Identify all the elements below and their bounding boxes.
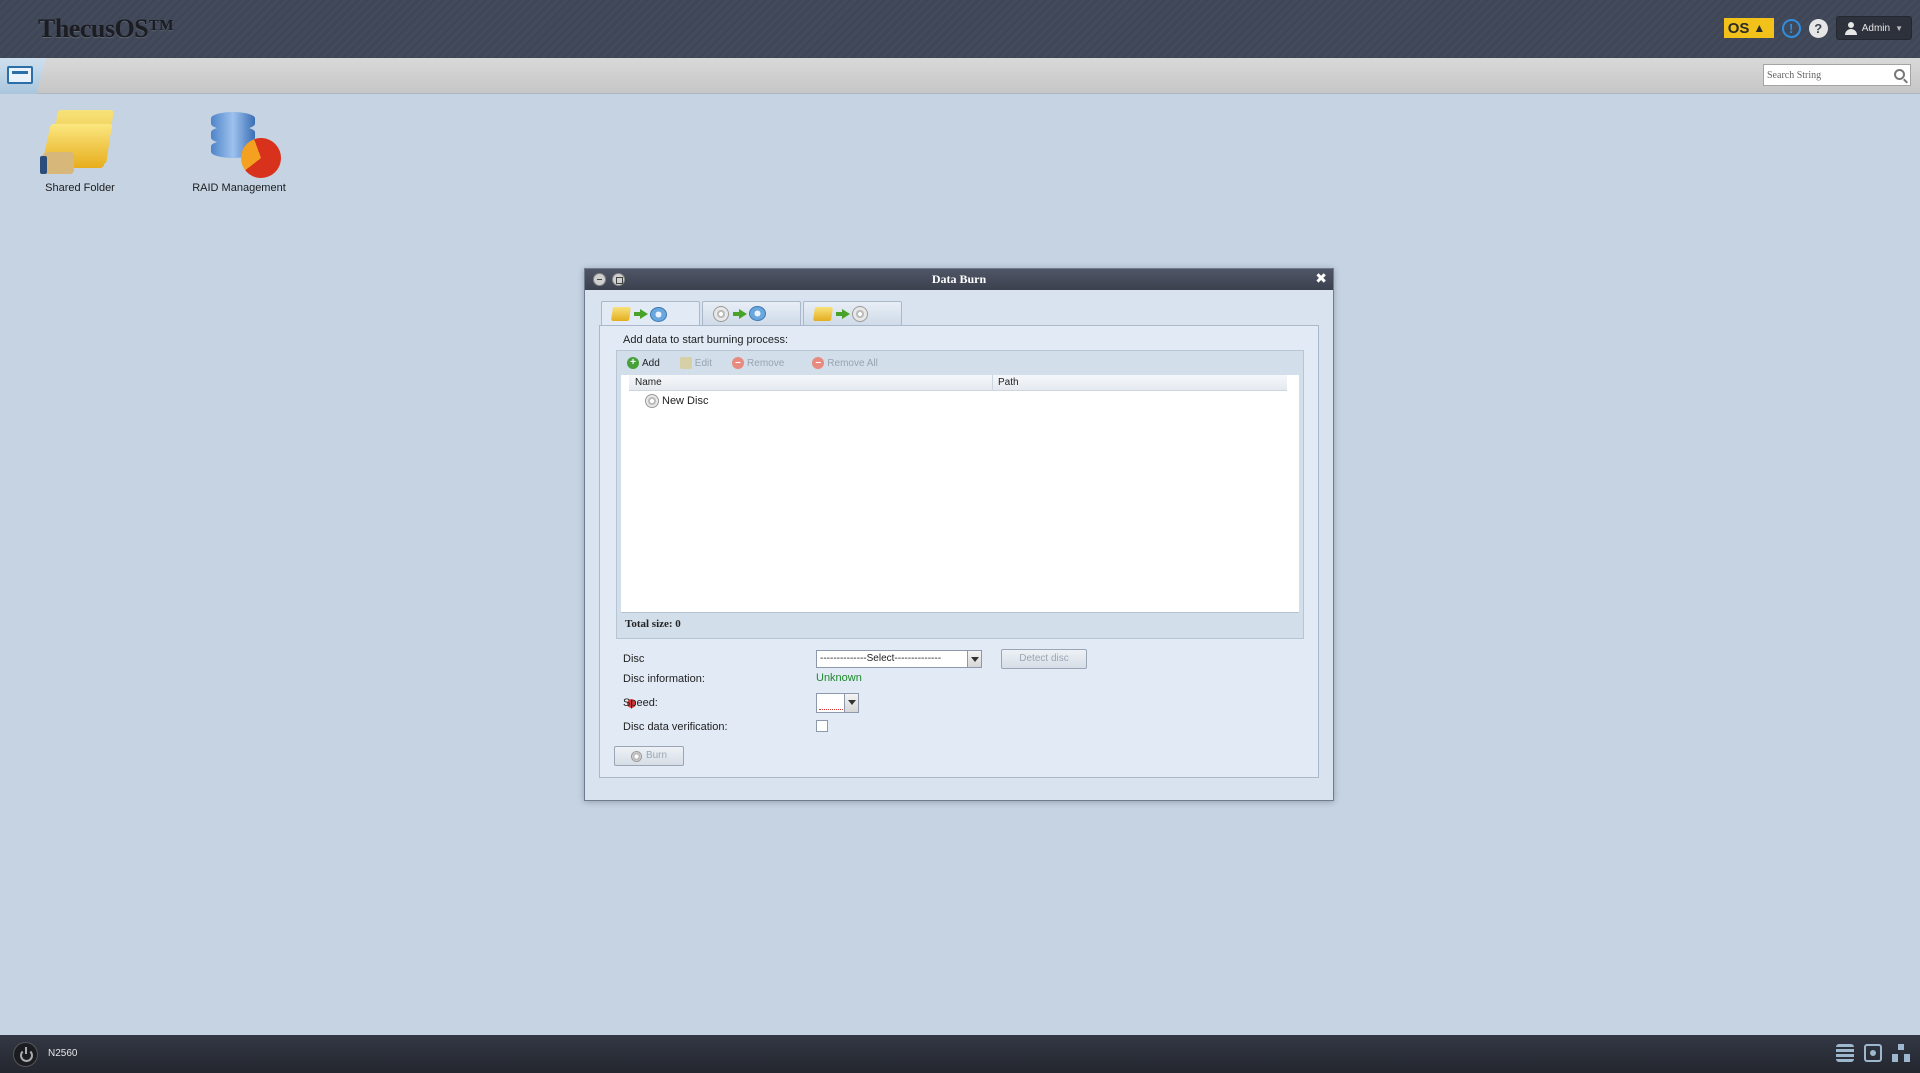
add-button[interactable]: + Add — [627, 357, 660, 369]
device-model: N2560 — [48, 1048, 78, 1059]
grid-footer: Total size: 0 — [621, 612, 1299, 638]
desktop-shortcut-label: Shared Folder — [45, 182, 115, 194]
remove-all-button[interactable]: – Remove All — [812, 357, 878, 369]
edit-button[interactable]: Edit — [679, 357, 713, 369]
desktop-icon — [7, 66, 33, 84]
network-icon[interactable] — [1892, 1044, 1910, 1062]
speed-select-value — [819, 696, 843, 710]
os-update-badge[interactable]: OS ▲ — [1723, 18, 1774, 38]
tab-disc-to-disc[interactable] — [702, 301, 801, 325]
warning-icon: ▲ — [1753, 21, 1766, 35]
disk-icon[interactable] — [1864, 1044, 1882, 1062]
total-size: Total size: 0 — [625, 618, 681, 630]
arrow-right-icon — [836, 308, 850, 319]
disc-icon — [713, 305, 729, 322]
verification-checkbox[interactable] — [816, 720, 828, 732]
arrow-right-icon — [634, 309, 648, 319]
desktop-shortcut-label: RAID Management — [192, 182, 286, 194]
search-box — [1763, 64, 1911, 86]
chevron-down-icon[interactable] — [844, 694, 858, 712]
search-input[interactable] — [1764, 66, 1888, 84]
taskbar: N2560 — [0, 1035, 1920, 1073]
data-burn-window: Data Burn ✖ Add data to start burning pr… — [584, 268, 1334, 801]
chevron-down-icon: ▼ — [1895, 23, 1903, 33]
arrow-right-icon — [733, 308, 747, 319]
system-tray — [1836, 1044, 1910, 1062]
grid-body: Name Path New Disc — [621, 375, 1299, 612]
close-icon[interactable]: ✖ — [1315, 272, 1327, 286]
desktop-tab[interactable] — [0, 58, 46, 94]
add-icon: + — [627, 357, 639, 369]
burn-button-label: Burn — [645, 750, 668, 761]
detect-disc-button[interactable]: Detect disc — [1001, 649, 1087, 669]
desktop-toolbar — [0, 58, 1920, 94]
disc-info-value: Unknown — [816, 672, 862, 684]
speed-select[interactable] — [816, 693, 859, 713]
disc-info-label: Disc information: — [623, 673, 705, 685]
remove-label: Remove — [747, 357, 785, 369]
disc-drive-icon — [749, 306, 766, 321]
top-header: ThecusOS™ OS ▲ ! ? Admin ▼ — [0, 0, 1920, 58]
speed-label: Speed: — [623, 697, 658, 709]
disc-label: Disc — [623, 653, 645, 665]
folder-icon — [813, 306, 833, 321]
speed-label-wrap: Speed: — [623, 697, 658, 709]
window-title-bar[interactable]: Data Burn ✖ — [585, 269, 1333, 290]
brand-logo: ThecusOS™ — [38, 14, 174, 43]
user-menu-button[interactable]: Admin ▼ — [1835, 16, 1912, 40]
chevron-down-icon[interactable] — [967, 651, 981, 667]
column-header-path[interactable]: Path — [993, 375, 1287, 390]
row-name: New Disc — [662, 395, 709, 407]
desktop-shortcut-shared-folder[interactable]: Shared Folder — [25, 108, 135, 194]
grid-header: Name Path — [629, 375, 1287, 391]
edit-icon — [679, 357, 692, 369]
tab-folder-to-image[interactable] — [803, 301, 902, 325]
mode-tabs — [601, 301, 902, 326]
remove-button[interactable]: – Remove — [732, 357, 784, 369]
verification-label: Disc data verification: — [623, 721, 728, 733]
maximize-button[interactable] — [612, 273, 625, 286]
disc-drive-icon — [650, 306, 667, 322]
data-grid: + Add Edit – Remove – Remove All Name Pa… — [616, 350, 1304, 639]
burn-button[interactable]: Burn — [614, 746, 684, 766]
disc-select-value: --------------Select-------------- — [820, 653, 942, 664]
help-icon[interactable]: ? — [1808, 18, 1828, 38]
search-icon[interactable] — [1894, 69, 1905, 80]
burn-panel: Add data to start burning process: + Add… — [599, 325, 1319, 778]
remove-all-icon: – — [812, 357, 825, 369]
header-actions: OS ▲ ! ? Admin ▼ — [1723, 16, 1912, 40]
info-icon[interactable]: ! — [1781, 18, 1801, 38]
disc-icon — [852, 305, 868, 322]
disc-select[interactable]: --------------Select-------------- — [816, 650, 982, 668]
remove-icon: – — [732, 357, 745, 369]
edit-label: Edit — [694, 357, 713, 369]
folder-icon — [611, 307, 631, 321]
column-header-name[interactable]: Name — [629, 375, 993, 390]
raid-management-icon — [199, 108, 287, 184]
user-name: Admin — [1861, 22, 1891, 34]
user-icon — [1844, 21, 1857, 35]
storage-icon[interactable] — [1836, 1044, 1854, 1062]
minimize-button[interactable] — [593, 273, 606, 286]
table-row[interactable]: New Disc — [645, 394, 708, 408]
os-badge-label: OS — [1727, 19, 1750, 37]
panel-heading: Add data to start burning process: — [623, 334, 789, 346]
power-icon[interactable] — [13, 1042, 38, 1067]
add-label: Add — [642, 357, 660, 369]
grid-toolbar: + Add Edit – Remove – Remove All — [617, 351, 1303, 375]
burn-icon — [630, 750, 642, 762]
shared-folder-icon — [40, 108, 120, 178]
disc-icon — [645, 394, 659, 408]
desktop-shortcut-raid-management[interactable]: RAID Management — [184, 108, 294, 194]
tab-folder-to-disc[interactable] — [601, 301, 700, 326]
window-title: Data Burn — [931, 272, 987, 286]
remove-all-label: Remove All — [827, 357, 878, 369]
